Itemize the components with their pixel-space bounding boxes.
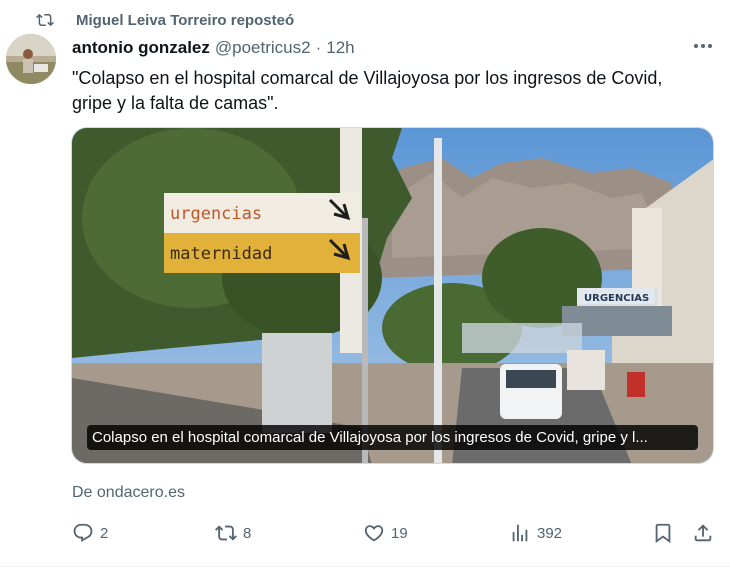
- media-image: urgencias maternidad URGENCIAS: [72, 128, 713, 463]
- share-icon: [694, 524, 712, 542]
- repost-count: 8: [243, 524, 252, 542]
- bookmark-button[interactable]: [652, 520, 680, 546]
- share-button[interactable]: [692, 520, 720, 546]
- repost-indicator: [36, 10, 54, 30]
- avatar-photo: [6, 34, 56, 84]
- reply-count: 2: [100, 524, 109, 542]
- repost-label[interactable]: Miguel Leiva Torreiro reposteó: [76, 12, 294, 29]
- bookmark-icon: [655, 523, 671, 544]
- author-handle[interactable]: @poetricus2: [215, 38, 311, 58]
- source-link[interactable]: De ondacero.es: [72, 484, 185, 502]
- media-card[interactable]: urgencias maternidad URGENCIAS: [71, 127, 714, 464]
- reply-icon: [73, 523, 93, 542]
- views-count: 392: [537, 524, 563, 542]
- tweet-timestamp[interactable]: 12h: [326, 38, 354, 58]
- tweet-text: "Colapso en el hospital comarcal de Vill…: [72, 68, 663, 113]
- more-options-button[interactable]: [690, 36, 716, 56]
- tweet-header: antonio gonzalez @poetricus2 · 12h: [72, 38, 355, 58]
- repost-icon: [215, 525, 237, 541]
- avatar[interactable]: [6, 34, 56, 84]
- divider: [0, 566, 730, 567]
- sign-urgencias: urgencias: [170, 204, 262, 224]
- sign-maternidad: maternidad: [170, 244, 272, 264]
- author-name[interactable]: antonio gonzalez: [72, 38, 210, 58]
- media-caption: Colapso en el hospital comarcal de Villa…: [87, 425, 698, 450]
- reply-button[interactable]: 2: [72, 520, 108, 546]
- like-button[interactable]: 19: [363, 520, 408, 546]
- like-count: 19: [391, 524, 408, 542]
- building-sign: URGENCIAS: [584, 293, 649, 304]
- repost-icon: [36, 13, 54, 27]
- repost-button[interactable]: 8: [215, 520, 251, 546]
- views-button[interactable]: 392: [509, 520, 562, 546]
- heart-icon: [364, 525, 384, 542]
- views-icon: [512, 524, 528, 542]
- tweet-actions: 2 8 19 392: [72, 520, 716, 546]
- more-icon: [694, 44, 712, 48]
- separator-dot: ·: [315, 38, 322, 57]
